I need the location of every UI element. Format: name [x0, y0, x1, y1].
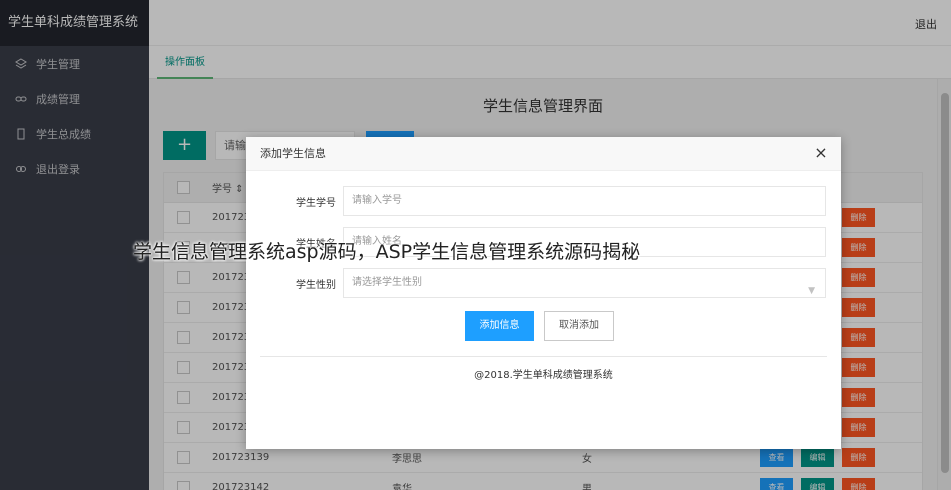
divider	[260, 356, 827, 357]
student-id-input[interactable]: 请输入学号	[343, 186, 826, 216]
caption-watermark: 学生信息管理系统asp源码，ASP学生信息管理系统源码揭秘	[133, 241, 641, 263]
close-icon[interactable]: ×	[813, 145, 829, 161]
form-row-gender: 学生性别 请选择学生性别 ▼	[246, 268, 841, 298]
gender-select[interactable]: 请选择学生性别 ▼	[343, 268, 826, 298]
field-label-gender: 学生性别	[296, 280, 336, 291]
modal-footer: @2018.学生单科成绩管理系统	[474, 370, 613, 381]
field-label-id: 学生学号	[296, 198, 336, 209]
chevron-down-icon: ▼	[808, 286, 815, 296]
add-info-button[interactable]: 添加信息	[465, 311, 534, 341]
add-student-modal: 添加学生信息 × 学生学号 请输入学号 学生姓名 请输入姓名 学生性别 请选择学…	[246, 137, 841, 449]
cancel-add-button[interactable]: 取消添加	[544, 311, 614, 341]
gender-select-placeholder: 请选择学生性别	[352, 277, 422, 288]
modal-title: 添加学生信息	[246, 137, 841, 171]
form-row-id: 学生学号 请输入学号	[246, 186, 841, 216]
